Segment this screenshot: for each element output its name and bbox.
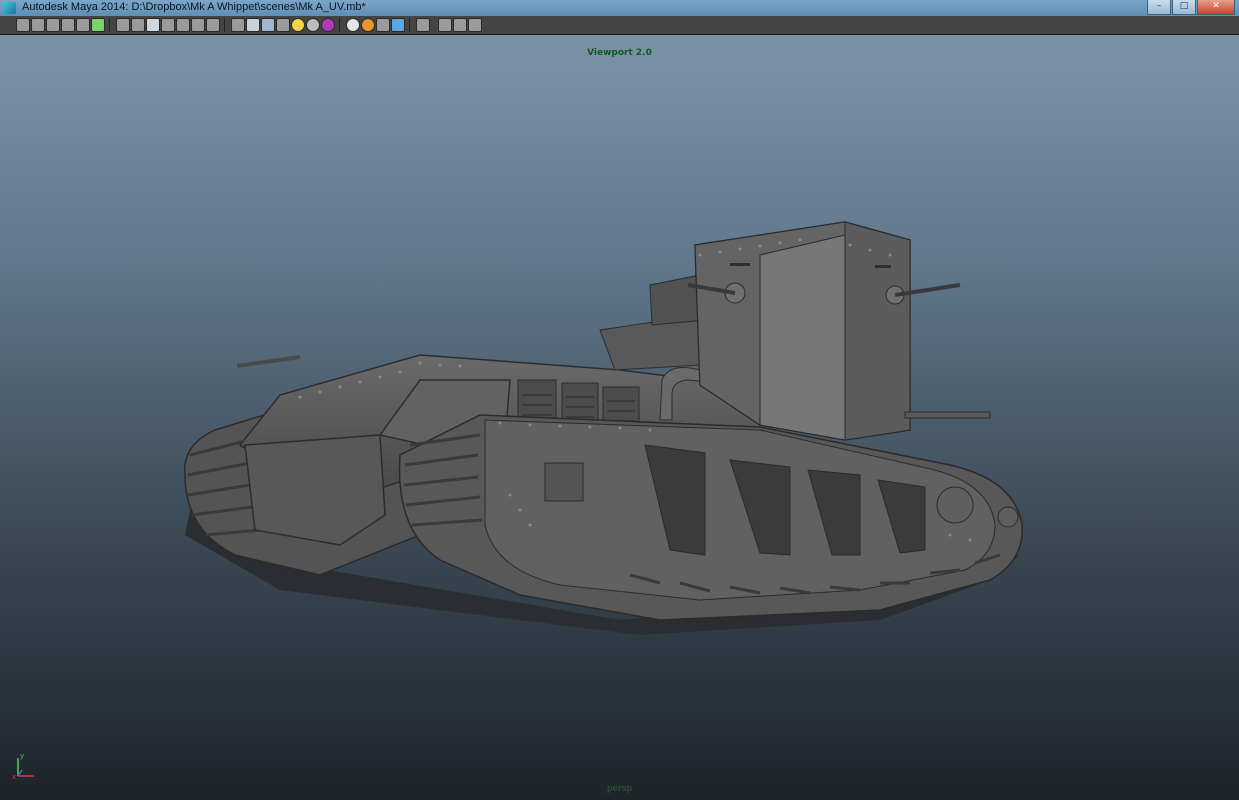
3d-viewport[interactable]: Viewport 2.0 y x persp [0, 35, 1239, 800]
toolbar-separator [409, 18, 410, 32]
minimize-button[interactable]: – [1147, 0, 1171, 15]
window-controls: – □ ✕ [1147, 0, 1235, 15]
isolate-select-icon[interactable] [321, 18, 335, 32]
camera-name-label: persp [606, 784, 633, 794]
window-title: Autodesk Maya 2014: D:\Dropbox\Mk A Whip… [22, 1, 366, 13]
smooth-shade-icon[interactable] [246, 18, 260, 32]
depth-of-field-icon[interactable] [391, 18, 405, 32]
grid-icon[interactable] [116, 18, 130, 32]
bookmark-icon[interactable] [46, 18, 60, 32]
axis-x-label: x [12, 773, 16, 780]
xray-joints-icon[interactable] [438, 18, 452, 32]
motion-blur-icon[interactable] [361, 18, 375, 32]
toolbar-separator [339, 18, 340, 32]
safe-action-icon[interactable] [191, 18, 205, 32]
2d-pan-zoom-icon[interactable] [76, 18, 90, 32]
axis-y-label: y [20, 752, 24, 760]
default-material-icon[interactable] [261, 18, 275, 32]
grease-pencil-icon[interactable] [91, 18, 105, 32]
select-camera-icon[interactable] [16, 18, 30, 32]
close-button[interactable]: ✕ [1197, 0, 1235, 15]
maya-app-icon[interactable] [4, 2, 16, 14]
film-gate-icon[interactable] [131, 18, 145, 32]
share-icon[interactable] [468, 18, 482, 32]
resolution-gate-icon[interactable] [146, 18, 160, 32]
wireframe-icon[interactable] [231, 18, 245, 32]
image-plane-icon[interactable] [61, 18, 75, 32]
shadows-icon[interactable] [306, 18, 320, 32]
camera-attributes-icon[interactable] [31, 18, 45, 32]
ambient-occlusion-icon[interactable] [346, 18, 360, 32]
viewport-panel-toolbar [0, 16, 1239, 35]
use-all-lights-icon[interactable] [291, 18, 305, 32]
tank-model[interactable] [0, 35, 1239, 800]
xray-components-icon[interactable] [453, 18, 467, 32]
anti-aliasing-icon[interactable] [376, 18, 390, 32]
toolbar-separator [109, 18, 110, 32]
safe-title-icon[interactable] [206, 18, 220, 32]
textured-icon[interactable] [276, 18, 290, 32]
gate-mask-icon[interactable] [161, 18, 175, 32]
maximize-button[interactable]: □ [1172, 0, 1196, 15]
field-chart-icon[interactable] [176, 18, 190, 32]
axis-gizmo: y x [12, 752, 34, 780]
window-title-bar: Autodesk Maya 2014: D:\Dropbox\Mk A Whip… [0, 0, 1239, 17]
xray-icon[interactable] [416, 18, 430, 32]
toolbar-separator [224, 18, 225, 32]
